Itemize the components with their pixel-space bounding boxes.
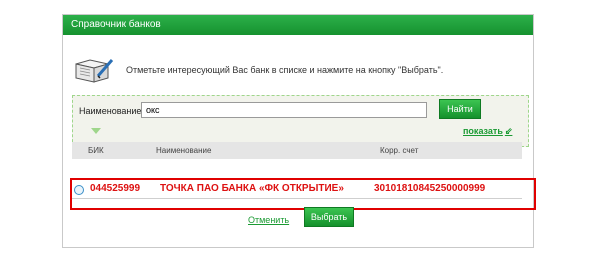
find-button[interactable]: Найти [439,99,481,119]
instruction-block: Отметьте интересующий Вас банк в списке … [72,56,512,86]
select-button[interactable]: Выбрать [304,207,354,227]
instruction-text: Отметьте интересующий Вас банк в списке … [126,65,444,75]
column-bik: БИК [88,146,104,155]
book-icon [75,59,114,83]
search-label: Наименование [79,106,142,116]
search-panel: Наименование Найти показать⇙ [72,95,529,147]
highlight-frame [70,178,536,210]
dialog-title: Справочник банков [63,15,533,35]
show-link[interactable]: показать ⇙ [463,126,512,137]
column-account: Корр. счет [380,146,419,155]
search-input[interactable] [141,102,427,118]
arrow-icon: ⇙ [504,126,513,136]
table-header: БИК Наименование Корр. счет [72,142,522,159]
column-name: Наименование [156,146,212,155]
pointer-arrow-icon [91,128,101,134]
cancel-link[interactable]: Отменить [248,215,289,225]
show-link-label: показать [463,126,503,136]
